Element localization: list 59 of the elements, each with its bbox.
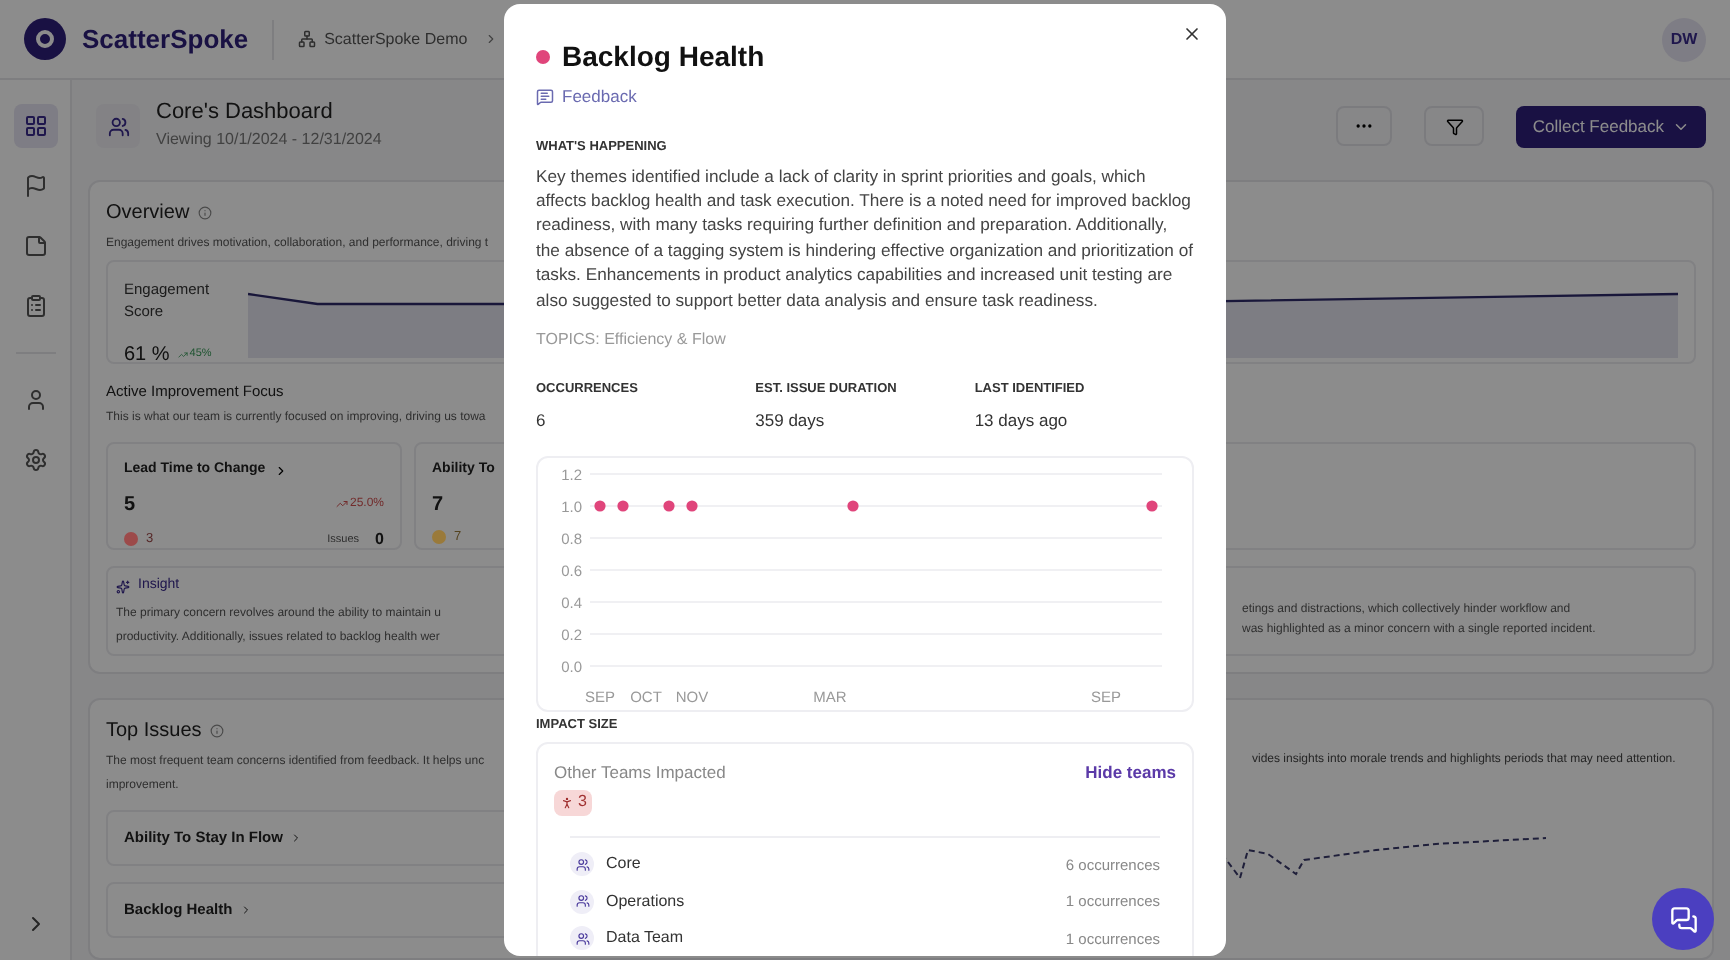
trend-up-icon <box>335 498 348 511</box>
workspace-breadcrumb[interactable]: ScatterSpoke Demo <box>298 27 468 51</box>
engagement-value: 61 % <box>124 341 170 369</box>
filter-icon <box>1445 117 1464 135</box>
dialog-title: Backlog Health <box>562 38 765 76</box>
impact-title: Other Teams Impacted <box>554 760 726 786</box>
chevron-icon <box>273 464 288 478</box>
issues-count: 0 <box>375 527 384 552</box>
info-icon[interactable] <box>197 206 212 220</box>
sparkle-icon <box>116 580 130 594</box>
clipboard-icon <box>23 294 47 318</box>
date-range: Viewing 10/1/2024 - 12/31/2024 <box>156 127 382 152</box>
grid-nav-button[interactable] <box>13 104 57 148</box>
data-point <box>686 501 698 513</box>
people-icon <box>107 115 129 137</box>
chat-icon <box>1669 905 1697 933</box>
info-icon[interactable] <box>209 723 224 738</box>
chevron-icon <box>240 903 253 916</box>
focus-card-value: 5 <box>124 491 136 520</box>
data-point <box>1146 501 1158 513</box>
collect-feedback-button[interactable]: Collect Feedback <box>1516 105 1706 147</box>
logo-icon <box>24 18 66 60</box>
close-icon <box>1182 24 1202 44</box>
data-point <box>847 501 859 513</box>
people-icon <box>575 931 589 946</box>
breadcrumb-chevron-icon <box>483 32 498 46</box>
chevron-icon <box>290 831 303 844</box>
team-name: Core <box>606 852 641 877</box>
summary-text: Key themes identified include a lack of clarity in sprint priorities and goals, which affects backlog health and task execution. There is a noted need for improved backlog readiness, with many tasks requiring further definition and preparation. Additionally, the absence of a tagging system is hindering effective organization and prioritization of tasks. Enhancements in product analytics capabilities and increased unit testing are also suggested to support better data analysis and ensure task readiness. <box>536 163 1194 312</box>
person-icon <box>560 795 574 810</box>
focus-card-value: 7 <box>432 491 444 520</box>
data-point <box>594 501 606 513</box>
data-point <box>663 501 675 513</box>
stat-value: 6 <box>536 407 548 433</box>
network-icon <box>298 30 317 48</box>
feedback-link[interactable]: Feedback <box>536 84 637 110</box>
top-issues-title: Top Issues <box>106 717 202 746</box>
dashboard-title: Core's Dashboard <box>156 100 335 128</box>
brand-name: ScatterSpoke <box>82 21 249 58</box>
people-icon <box>575 894 589 909</box>
hide-teams-button[interactable]: Hide teams <box>1085 760 1176 786</box>
user-icon <box>23 388 47 412</box>
flag-icon <box>23 174 47 198</box>
grid-icon <box>23 114 47 138</box>
stat-value: 359 days <box>755 407 827 433</box>
settings-icon <box>23 448 47 472</box>
stat-value: 13 days ago <box>974 407 1070 433</box>
note-icon <box>23 234 47 258</box>
team-name: Operations <box>606 889 685 914</box>
filter-button[interactable] <box>1424 106 1485 146</box>
user-avatar[interactable]: DW <box>1662 17 1706 61</box>
people-icon <box>575 857 589 872</box>
overview-title: Overview <box>106 200 190 228</box>
teams-count-badge: 3 <box>554 789 593 816</box>
trend-up-icon <box>177 349 188 359</box>
data-point <box>617 501 629 513</box>
topics-text: TOPICS: Efficiency & Flow <box>536 327 728 352</box>
team-name: Data Team <box>606 926 684 951</box>
note-icon <box>536 87 554 106</box>
